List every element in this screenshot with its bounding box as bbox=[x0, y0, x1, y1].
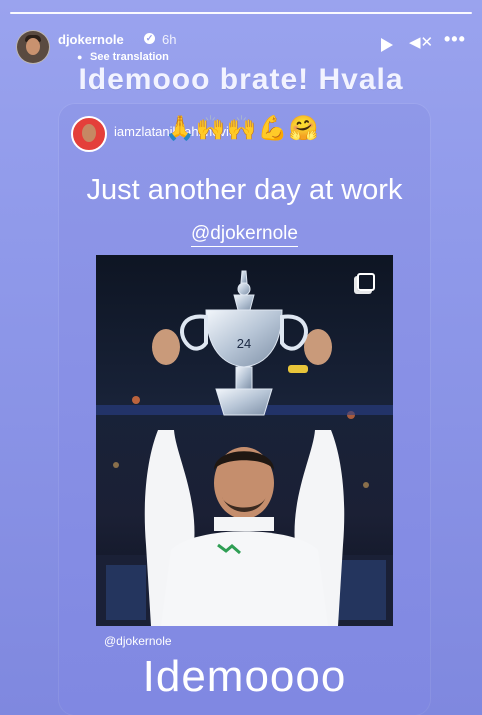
play-icon[interactable] bbox=[381, 38, 393, 52]
trophy-number-label: 24 bbox=[237, 336, 251, 351]
gallery-icon[interactable] bbox=[357, 273, 375, 291]
mute-icon[interactable]: ◀✕ bbox=[409, 33, 433, 51]
translate-icon: ● bbox=[77, 52, 83, 62]
shared-story-card[interactable]: iamzlatanibrahimovic 🙏🙌🙌💪🤗 Just another … bbox=[59, 104, 430, 715]
see-translation-link[interactable]: See translation bbox=[90, 51, 169, 63]
shared-headline: Just another day at work bbox=[86, 174, 403, 206]
shared-mention[interactable]: @djokernole bbox=[59, 223, 430, 247]
story-progress-bar bbox=[10, 12, 472, 14]
emoji-stickers: 🙏🙌🙌💪🤗 bbox=[165, 115, 320, 142]
shared-avatar bbox=[71, 116, 107, 152]
avatar[interactable] bbox=[16, 30, 50, 64]
timestamp: 6h bbox=[162, 32, 177, 47]
verified-badge-icon: ✓ bbox=[144, 33, 155, 44]
more-icon[interactable]: ••• bbox=[444, 29, 466, 50]
footer-mention[interactable]: @djokernole bbox=[104, 634, 172, 648]
trophy-photo: 24 bbox=[96, 255, 393, 626]
story-header: djokernole ✓ 6h ● See translation ◀✕ ••• bbox=[16, 28, 470, 68]
username[interactable]: djokernole bbox=[58, 32, 124, 47]
story-caption: Idemooo brate! Hvala bbox=[78, 63, 404, 96]
footer-text: Idemoooo bbox=[142, 652, 347, 701]
